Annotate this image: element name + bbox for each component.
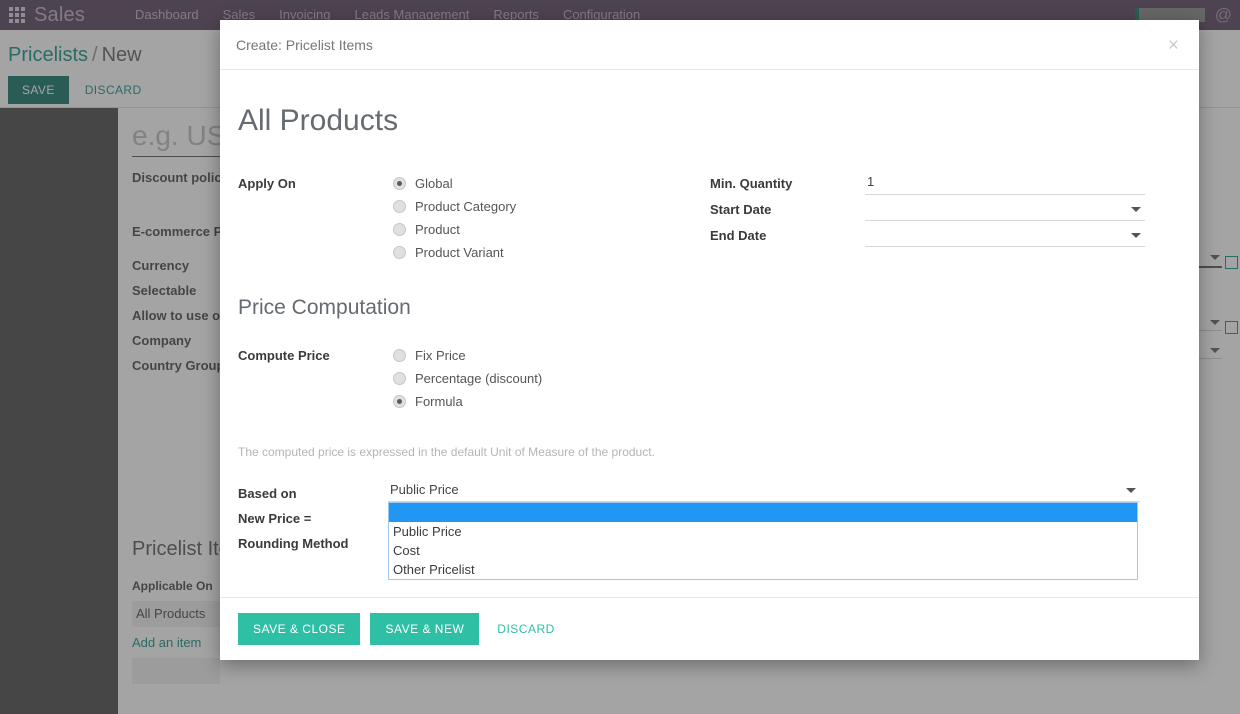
top-form-grid: Apply On Global Product Category Product… — [238, 172, 1181, 264]
based-on-value: Public Price — [390, 482, 459, 497]
min-quantity-label: Min. Quantity — [710, 176, 793, 191]
option-public-price[interactable]: Public Price — [389, 522, 1137, 541]
radio-apply-on-product-variant[interactable]: Product Variant — [393, 241, 516, 264]
radio-label-fix-price: Fix Price — [415, 348, 466, 363]
start-date-input[interactable] — [865, 198, 1145, 221]
new-price-label: New Price = — [238, 511, 312, 526]
based-on-select-wrapper: Public Price Public Price Cost Other Pri… — [388, 481, 1140, 580]
radio-label-product-variant: Product Variant — [415, 245, 504, 260]
dialog-title: Create: Pricelist Items — [236, 36, 373, 53]
radio-unselected-icon — [393, 349, 406, 362]
apply-on-column: Apply On Global Product Category Product… — [238, 172, 710, 264]
radio-compute-fix-price[interactable]: Fix Price — [393, 344, 542, 367]
radio-unselected-icon — [393, 372, 406, 385]
quantity-dates-column: Min. Quantity 1 Start Date End Date — [710, 172, 1150, 247]
radio-unselected-icon — [393, 223, 406, 236]
price-computation-section-title: Price Computation — [238, 296, 411, 319]
save-and-close-button[interactable]: SAVE & CLOSE — [238, 613, 361, 645]
radio-label-global: Global — [415, 176, 453, 191]
option-other-pricelist[interactable]: Other Pricelist — [389, 560, 1137, 579]
radio-selected-icon — [393, 395, 406, 408]
option-cost[interactable]: Cost — [389, 541, 1137, 560]
radio-selected-icon — [393, 177, 406, 190]
end-date-input[interactable] — [865, 224, 1145, 247]
radio-label-product: Product — [415, 222, 460, 237]
compute-price-label: Compute Price — [238, 348, 330, 363]
dialog-footer: SAVE & CLOSE SAVE & NEW DISCARD — [220, 597, 1199, 660]
radio-label-product-category: Product Category — [415, 199, 517, 214]
close-icon[interactable]: × — [1162, 32, 1185, 59]
screen: Sales Dashboard Sales Invoicing Leads Ma… — [0, 0, 1240, 714]
radio-unselected-icon — [393, 246, 406, 259]
option-blank[interactable] — [389, 503, 1137, 522]
computed-price-help-note: The computed price is expressed in the d… — [238, 445, 655, 459]
chevron-down-icon[interactable] — [1131, 233, 1141, 238]
formula-labels-column: Based on New Price = Rounding Method — [238, 481, 388, 556]
save-and-new-button[interactable]: SAVE & NEW — [370, 613, 480, 645]
apply-on-label: Apply On — [238, 176, 296, 191]
based-on-label: Based on — [238, 486, 297, 501]
chevron-down-icon[interactable] — [1131, 207, 1141, 212]
based-on-options-list: Public Price Cost Other Pricelist — [388, 502, 1138, 580]
compute-price-field: Compute Price Fix Price Percentage (disc… — [238, 344, 1181, 413]
radio-label-percentage: Percentage (discount) — [415, 371, 543, 386]
compute-price-radio-group: Fix Price Percentage (discount) Formula — [393, 344, 542, 413]
create-pricelist-items-dialog: Create: Pricelist Items × All Products A… — [220, 20, 1199, 660]
apply-on-field: Apply On Global Product Category Product… — [238, 172, 710, 264]
radio-apply-on-product[interactable]: Product — [393, 218, 516, 241]
min-quantity-input[interactable]: 1 — [865, 172, 1145, 195]
rounding-method-label: Rounding Method — [238, 536, 349, 551]
dialog-header: Create: Pricelist Items × — [220, 20, 1199, 70]
dialog-body: All Products Apply On Global Product Cat… — [220, 70, 1199, 597]
record-title: All Products — [238, 104, 399, 137]
radio-compute-percentage[interactable]: Percentage (discount) — [393, 367, 542, 390]
min-quantity-field: Min. Quantity 1 — [710, 172, 1150, 195]
chevron-down-icon[interactable] — [1126, 488, 1136, 493]
end-date-field: End Date — [710, 224, 1150, 247]
radio-apply-on-global[interactable]: Global — [393, 172, 516, 195]
start-date-field: Start Date — [710, 198, 1150, 221]
apply-on-radio-group: Global Product Category Product Product … — [393, 172, 516, 264]
start-date-label: Start Date — [710, 202, 772, 217]
radio-label-formula: Formula — [415, 394, 463, 409]
based-on-select[interactable]: Public Price — [388, 481, 1140, 502]
radio-unselected-icon — [393, 200, 406, 213]
end-date-label: End Date — [710, 228, 767, 243]
dialog-discard-button[interactable]: DISCARD — [489, 613, 563, 645]
radio-apply-on-product-category[interactable]: Product Category — [393, 195, 516, 218]
radio-compute-formula[interactable]: Formula — [393, 390, 542, 413]
